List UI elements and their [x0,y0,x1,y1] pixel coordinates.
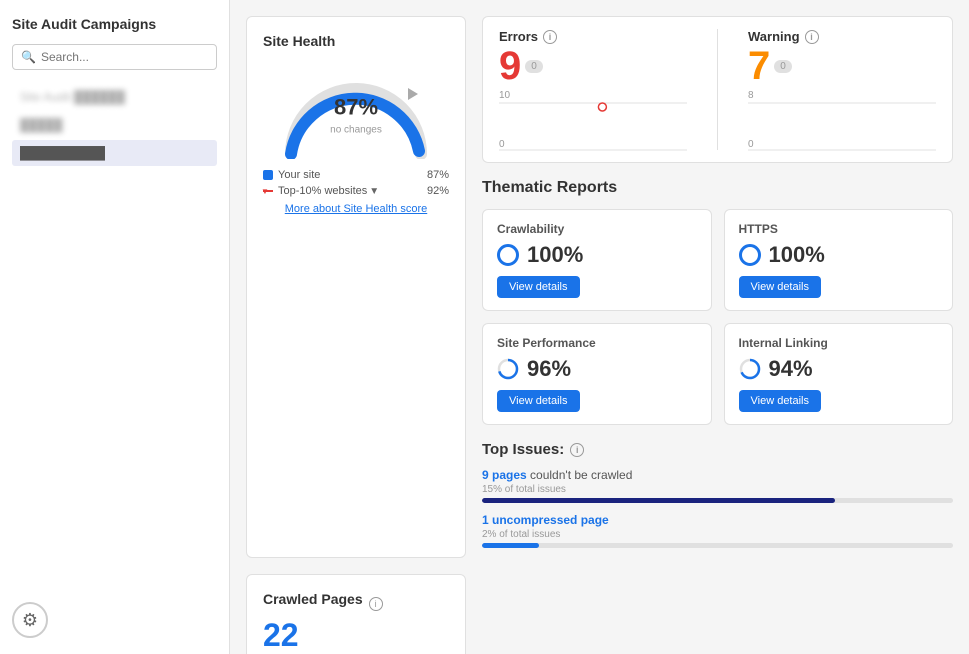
thematic-performance-score-row: 96% [497,356,697,382]
thematic-crawlability: Crawlability 100% View details [482,209,712,311]
issue-bar-fill-1 [482,498,835,503]
gauge-percent: 87% [330,95,382,121]
https-score: 100% [769,242,825,268]
warnings-section: Warning i 7 0 8 0 [717,29,936,150]
errors-number: 9 [499,46,521,86]
main-content: Site Health 87% no changes Your site [230,0,969,654]
warnings-chart-svg [748,102,936,152]
top-row: Site Health 87% no changes Your site [246,16,953,558]
thematic-https: HTTPS 100% View details [724,209,954,311]
settings-button[interactable]: ⚙ [12,602,48,638]
crawled-pages-card: Crawled Pages i 22 → Healthy [246,574,466,654]
issue-text-2: 1 uncompressed page [482,513,953,527]
errors-chart: 10 0 [499,90,687,150]
your-site-label: Your site [278,169,320,181]
errors-chart-svg [499,102,687,152]
issue-bar-bg-2 [482,543,953,548]
site-health-title: Site Health [263,33,449,49]
issue-link-2[interactable]: 1 uncompressed page [482,513,609,527]
crawlability-view-details[interactable]: View details [497,276,580,298]
thematic-grid: Crawlability 100% View details HTTPS 100… [482,209,953,425]
crawled-pages-title: Crawled Pages [263,591,363,607]
internal-linking-view-details[interactable]: View details [739,390,822,412]
gauge-arrow [408,88,418,100]
search-icon: 🔍 [21,50,36,64]
sidebar-item-1[interactable]: Site Audit ██████ [12,84,217,110]
top10-value: 92% [427,185,449,197]
https-view-details[interactable]: View details [739,276,822,298]
warnings-chart-top: 8 [748,90,754,101]
top-issues-info-icon[interactable]: i [570,443,584,457]
warnings-number: 7 [748,46,770,86]
gear-icon: ⚙ [22,610,38,631]
issue-item-2: 1 uncompressed page 2% of total issues [482,513,953,548]
issue-item-1: 9 pages couldn't be crawled 15% of total… [482,468,953,503]
crawlability-score: 100% [527,242,583,268]
issue-text-1: 9 pages couldn't be crawled [482,468,953,482]
more-site-health-link[interactable]: More about Site Health score [263,203,449,215]
site-health-card: Site Health 87% no changes Your site [246,16,466,558]
internal-linking-score: 94% [769,356,813,382]
issue-bar-fill-2 [482,543,539,548]
thematic-crawlability-score-row: 100% [497,242,697,268]
warnings-chart-bottom: 0 [748,139,754,150]
errors-chart-bottom: 0 [499,139,505,150]
crawled-pages-info-icon[interactable]: i [369,597,383,611]
bottom-row: Crawled Pages i 22 → Healthy [246,574,953,654]
thematic-internal-linking: Internal Linking 94% View details [724,323,954,425]
warnings-label: Warning i [748,29,936,44]
top10-arrow: ▼ [369,186,379,197]
top10-label: Top-10% websites [278,185,367,197]
search-input[interactable] [41,50,208,64]
thematic-reports-section: Thematic Reports Crawlability 100% View … [482,179,953,558]
crawled-pages-number: 22 [263,617,449,654]
warnings-badge: 0 [774,60,792,73]
ew-row: Errors i 9 0 10 0 [482,16,953,163]
your-site-value: 87% [427,169,449,181]
search-box[interactable]: 🔍 [12,44,217,70]
sidebar-item-3[interactable]: ██████████ [12,140,217,166]
your-site-dot [263,170,273,180]
performance-view-details[interactable]: View details [497,390,580,412]
errors-info-icon[interactable]: i [543,30,557,44]
errors-badge: 0 [525,60,543,73]
top10-icon: ▼ [263,190,273,192]
issue-sub-2: 2% of total issues [482,529,953,540]
thematic-title: Thematic Reports [482,179,953,197]
performance-score: 96% [527,356,571,382]
thematic-crawlability-title: Crawlability [497,222,697,236]
sidebar-title: Site Audit Campaigns [12,16,217,32]
your-site-legend: Your site 87% [263,169,449,181]
top-issues-title: Top Issues: i [482,441,953,458]
thematic-performance: Site Performance 96% View details [482,323,712,425]
thematic-internal-linking-title: Internal Linking [739,336,939,350]
errors-section: Errors i 9 0 10 0 [499,29,717,150]
internal-linking-circle-icon [739,358,761,380]
gauge-sub: no changes [330,125,382,136]
issue-bar-bg-1 [482,498,953,503]
gauge-container: 87% no changes [263,59,449,159]
errors-label: Errors i [499,29,687,44]
thematic-internal-linking-score-row: 94% [739,356,939,382]
top10-legend: ▼ Top-10% websites ▼ 92% [263,185,449,197]
sidebar: Site Audit Campaigns 🔍 Site Audit ██████… [0,0,230,654]
sidebar-item-2[interactable]: █████ [12,112,217,138]
gauge-center-text: 87% no changes [330,95,382,136]
crawlability-circle-icon [497,244,519,266]
errors-warnings-area: Errors i 9 0 10 0 [482,16,953,558]
thematic-performance-title: Site Performance [497,336,697,350]
sidebar-bottom: ⚙ [12,602,217,638]
thematic-https-score-row: 100% [739,242,939,268]
top-issues-section: Top Issues: i 9 pages couldn't be crawle… [482,441,953,548]
performance-circle-icon [497,358,519,380]
warnings-chart: 8 0 [748,90,936,150]
issue-link-1[interactable]: 9 pages [482,468,527,482]
issue-sub-1: 15% of total issues [482,484,953,495]
errors-chart-top: 10 [499,90,510,101]
thematic-https-title: HTTPS [739,222,939,236]
warnings-info-icon[interactable]: i [805,30,819,44]
https-circle-icon [739,244,761,266]
